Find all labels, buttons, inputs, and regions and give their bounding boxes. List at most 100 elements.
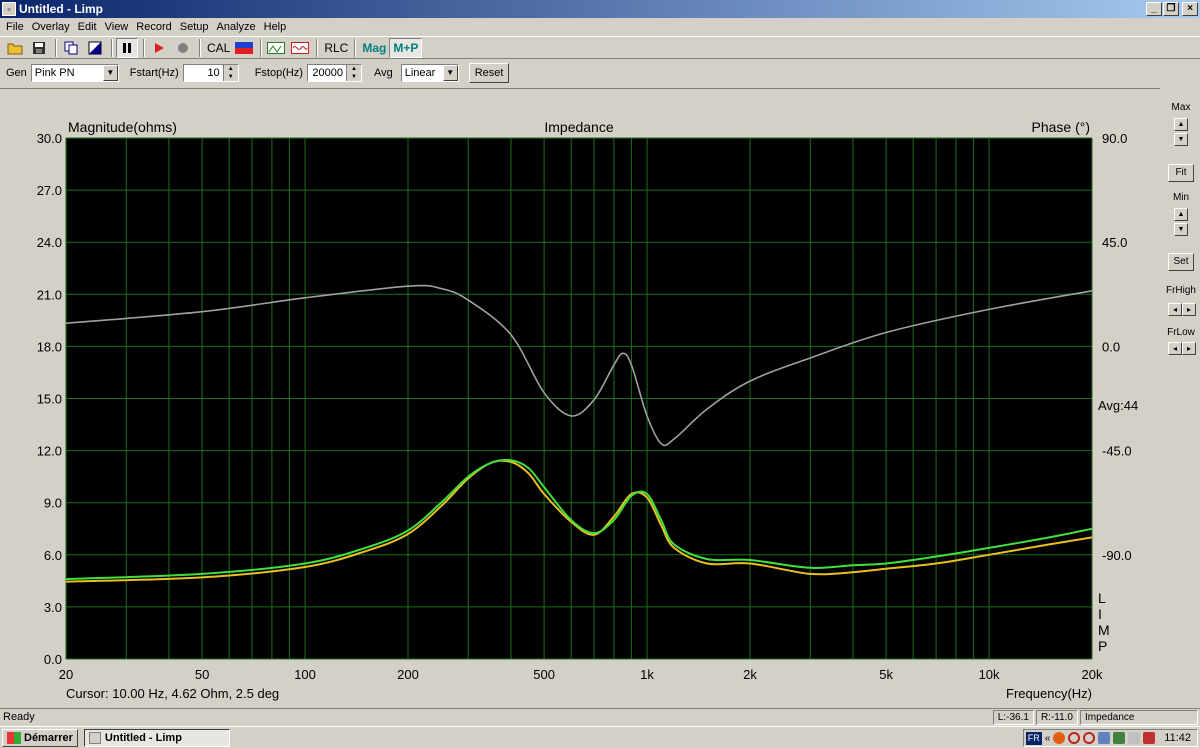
y-tick-label: 9.0 [44, 496, 62, 511]
y-tick-label: 24.0 [37, 235, 62, 250]
taskbar: Démarrer Untitled - Limp FR « 11:42 [0, 726, 1200, 748]
menu-file[interactable]: File [2, 21, 28, 33]
chevron-down-icon[interactable]: ▼ [442, 65, 458, 81]
fstart-value: 10 [207, 67, 220, 79]
generator-select[interactable]: Pink PN ▼ [30, 64, 119, 82]
limp-letter-l: L [1098, 590, 1106, 606]
mag-phase-button[interactable]: M+P [389, 37, 423, 58]
frhigh-right-button[interactable]: ▸ [1182, 303, 1196, 316]
y-tick-label: 15.0 [37, 392, 62, 407]
spin-arrows-icon[interactable]: ▲ ▼ [222, 65, 238, 81]
restore-button[interactable]: ❐ [1163, 2, 1179, 16]
frlow-label: FrLow [1167, 327, 1195, 338]
save-icon[interactable] [28, 38, 50, 58]
menu-help[interactable]: Help [260, 21, 291, 33]
cursor-readout: Cursor: 10.00 Hz, 4.62 Ohm, 2.5 deg [66, 686, 279, 701]
fstart-label: Fstart(Hz) [129, 67, 179, 79]
generator-value: Pink PN [34, 67, 75, 79]
y2-tick-label: 0.0 [1102, 339, 1120, 354]
menu-view[interactable]: View [101, 21, 133, 33]
menu-record[interactable]: Record [132, 21, 175, 33]
status-ready: Ready [3, 711, 35, 723]
menu-setup[interactable]: Setup [176, 21, 213, 33]
curve-icon[interactable] [84, 38, 106, 58]
overlay-red-icon[interactable] [289, 38, 311, 58]
limp-app-icon[interactable]: ▫ [2, 2, 16, 16]
open-icon[interactable] [4, 38, 26, 58]
set-button[interactable]: Set [1168, 253, 1194, 271]
status-right-level: R:-11.0 [1035, 709, 1078, 725]
record-icon[interactable] [172, 38, 194, 58]
limp-app-icon [88, 731, 101, 744]
minimize-button[interactable]: _ [1146, 2, 1162, 16]
x-tick-label: 50 [195, 667, 209, 682]
y2-tick-label: 45.0 [1102, 235, 1127, 250]
rlc-button[interactable]: RLC [321, 38, 351, 58]
x-tick-label: 2k [743, 667, 757, 682]
gen-label: Gen [6, 67, 27, 79]
spin-arrows-icon[interactable]: ▲ ▼ [345, 65, 361, 81]
max-up-button[interactable]: ▲ [1174, 118, 1188, 131]
title-bar: ▫ Untitled - Limp _ ❐ × [0, 0, 1200, 18]
frhigh-label: FrHigh [1165, 285, 1196, 296]
status-mode: Impedance Measurement [1080, 709, 1198, 736]
x-tick-label: 200 [397, 667, 419, 682]
y-tick-label: 18.0 [37, 339, 62, 354]
min-down-button[interactable]: ▼ [1174, 223, 1188, 236]
windows-logo-icon [7, 731, 21, 744]
menu-analyze[interactable]: Analyze [212, 21, 259, 33]
frhigh-left-button[interactable]: ◂ [1168, 303, 1182, 316]
chart-title: Impedance [544, 119, 613, 135]
overlay-green-icon[interactable] [265, 38, 287, 58]
fstop-input[interactable]: 20000 ▲ ▼ [306, 64, 362, 82]
frlow-right-button[interactable]: ▸ [1182, 342, 1196, 355]
tray-app-icon[interactable] [1053, 732, 1066, 744]
tray-security-icon[interactable] [1143, 732, 1156, 744]
reset-button[interactable]: Reset [468, 63, 510, 83]
y-tick-label: 6.0 [44, 548, 62, 563]
y-axis-label: Magnitude(ohms) [68, 119, 177, 135]
min-up-button[interactable]: ▲ [1174, 208, 1188, 221]
y-tick-label: 0.0 [44, 652, 62, 667]
calibration-icon[interactable] [233, 38, 255, 58]
play-icon[interactable] [148, 38, 170, 58]
pause-icon[interactable] [116, 37, 138, 58]
fstart-input[interactable]: 10 ▲ ▼ [182, 64, 239, 82]
menu-overlay[interactable]: Overlay [28, 21, 74, 33]
scale-panel: Max ▲ ▼ Fit Min ▲ ▼ Set FrHigh ◂ ▸ FrLow… [1162, 88, 1200, 708]
x-tick-label: 1k [640, 667, 654, 682]
max-down-button[interactable]: ▼ [1174, 133, 1188, 146]
chevron-down-icon[interactable]: ▼ [102, 65, 118, 81]
y-tick-label: 3.0 [44, 600, 62, 615]
limp-letter-p: P [1098, 638, 1107, 654]
mag-button[interactable]: Mag [359, 38, 389, 58]
tray-blocked-icon[interactable] [1083, 732, 1096, 744]
tray-blocked-icon[interactable] [1068, 732, 1081, 744]
tray-network-icon[interactable] [1098, 732, 1111, 744]
taskbar-item-limp[interactable]: Untitled - Limp [83, 728, 230, 747]
menu-bar: File Overlay Edit View Record Setup Anal… [0, 18, 1200, 36]
frlow-buttons: ◂ ▸ [1168, 342, 1196, 355]
copy-icon[interactable] [60, 38, 82, 58]
avg-select[interactable]: Linear ▼ [400, 64, 459, 82]
toolbar: CAL RLC Mag M+P [0, 36, 1200, 59]
x-tick-label: 20 [59, 667, 73, 682]
x-tick-label: 20k [1082, 667, 1103, 682]
tray-network-icon[interactable] [1113, 732, 1126, 744]
cal-button[interactable]: CAL [204, 38, 233, 58]
tray-volume-icon[interactable] [1128, 732, 1141, 744]
impedance-chart[interactable]: 0.0 3.0 6.0 9.0 12.0 15.0 18.0 21.0 24.0 27.0 30.0… [0, 89, 1160, 709]
tray-expand-icon[interactable]: « [1045, 733, 1051, 744]
close-button[interactable]: × [1182, 2, 1198, 16]
frlow-left-button[interactable]: ◂ [1168, 342, 1182, 355]
x-axis-label: Frequency(Hz) [1006, 686, 1092, 701]
fit-button[interactable]: Fit [1168, 164, 1194, 182]
avg-count: Avg:44 [1098, 398, 1138, 413]
fstop-label: Fstop(Hz) [254, 67, 303, 79]
start-button[interactable]: Démarrer [2, 728, 78, 747]
y-tick-label: 21.0 [37, 287, 62, 302]
x-tick-label: 10k [979, 667, 1000, 682]
language-indicator[interactable]: FR [1025, 731, 1042, 745]
fstop-value: 20000 [312, 67, 343, 79]
menu-edit[interactable]: Edit [74, 21, 101, 33]
